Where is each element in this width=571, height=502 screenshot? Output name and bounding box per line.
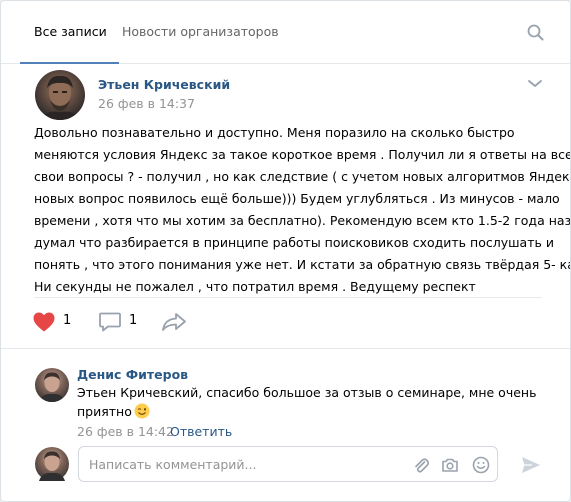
post-author-name[interactable]: Этьен Кричевский (98, 77, 230, 92)
post-author-avatar[interactable] (35, 70, 85, 120)
post-text-line: времени , хотя что мы хотим за бесплатно… (34, 213, 571, 228)
like-count: 1 (63, 313, 72, 328)
send-icon[interactable] (520, 454, 542, 476)
post-date[interactable]: 26 фев в 14:37 (98, 96, 195, 111)
divider (1, 348, 570, 349)
post-text-line: свои вопросы ? - получил , но как следст… (34, 169, 571, 184)
post-text-line: новых вопрос появилось ещё больше))) Буд… (34, 191, 560, 206)
tab-organizer-news[interactable]: Новости организаторов (122, 1, 279, 63)
comment-input[interactable] (89, 447, 399, 481)
comment-text-line: приятно (77, 402, 477, 421)
search-icon[interactable] (527, 24, 544, 41)
paperclip-icon[interactable] (412, 456, 430, 474)
wall-tabs: Все записи Новости организаторов (1, 1, 570, 64)
post-text-line: Ни секунды не пожалел , что потратил вре… (34, 279, 476, 294)
post-text-line: меняются условия Яндекс за такое коротко… (34, 147, 571, 162)
comment-compose-box (78, 446, 498, 482)
post-text: Довольно познавательно и доступно. Меня … (34, 122, 571, 298)
comment-text: Этьен Кричевский, спасибо большое за отз… (77, 383, 537, 421)
post-text-line: Довольно познавательно и доступно. Меня … (34, 125, 515, 140)
comment-text-line: Этьен Кричевский, спасибо большое за отз… (77, 385, 537, 400)
divider (34, 297, 542, 298)
share-icon (162, 313, 186, 331)
post-text-line: думал что разбирается в принципе работы … (34, 235, 554, 250)
comment-text-line-end: приятно (77, 404, 132, 419)
wall-card: Все записи Новости организаторов Этьен К… (0, 0, 571, 502)
comment-date[interactable]: 26 фев в 14:42 (77, 424, 174, 439)
comment-author-avatar[interactable] (35, 368, 69, 402)
current-user-avatar (35, 447, 69, 481)
post-text-line: понять , что этого понимания уже нет. И … (34, 257, 571, 272)
camera-icon[interactable] (441, 456, 459, 474)
chevron-down-icon[interactable] (527, 78, 543, 88)
smile-icon[interactable] (472, 456, 490, 474)
heart-icon (33, 312, 55, 332)
wink-emoji-icon (134, 403, 150, 419)
comment-author-name[interactable]: Денис Фитеров (77, 367, 188, 382)
comment-icon (99, 312, 121, 332)
reply-button[interactable]: Ответить (170, 424, 232, 439)
comment-count: 1 (129, 313, 138, 328)
tab-all-posts[interactable]: Все записи (20, 1, 119, 64)
